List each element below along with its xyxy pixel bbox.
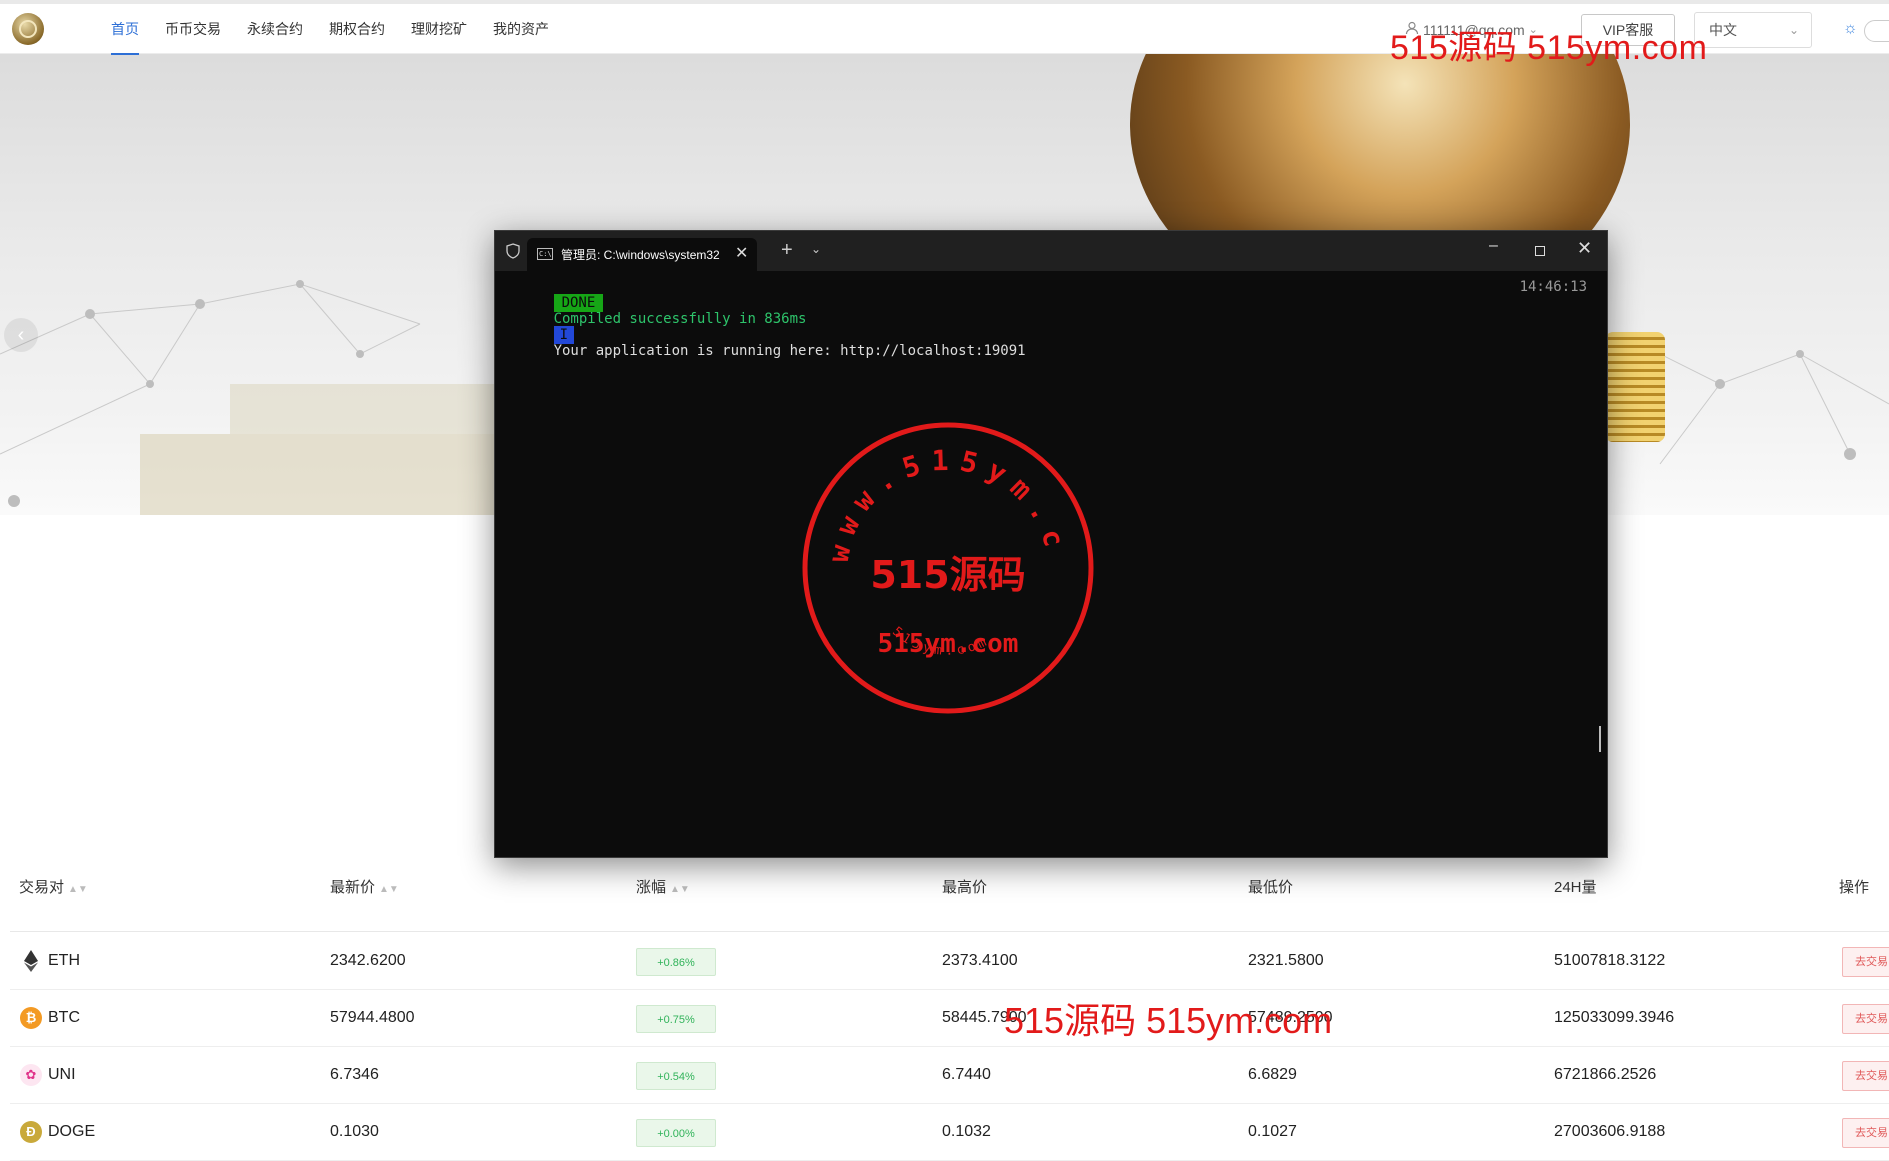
- chevron-down-icon: ⌄: [1788, 23, 1799, 37]
- eth-icon: [20, 950, 42, 972]
- svg-text:www.515ym.com: www.515ym.com: [800, 420, 1073, 565]
- terminal-timestamp: 14:46:13: [1519, 279, 1587, 295]
- minimize-icon[interactable]: –: [1489, 237, 1498, 255]
- change-badge: +0.86%: [636, 948, 716, 976]
- volume-24h: 27003606.9188: [1554, 1123, 1666, 1140]
- change-badge: +0.75%: [636, 1005, 716, 1033]
- language-value: 中文: [1709, 22, 1737, 38]
- high-price: 2373.4100: [942, 952, 1018, 969]
- change-badge: +0.00%: [636, 1119, 716, 1147]
- table-row[interactable]: ₿ BTC 57944.4800 +0.75% 58445.7900 57489…: [10, 989, 1889, 1047]
- pair-name: BTC: [48, 1009, 80, 1026]
- sun-icon: ☼: [1843, 20, 1858, 37]
- terminal-tab-title: 管理员: C:\windows\system32: [561, 248, 720, 262]
- sort-icon[interactable]: ▲▼: [379, 884, 399, 895]
- column-header-action: 操作: [1839, 879, 1870, 896]
- high-price: 6.7440: [942, 1066, 991, 1083]
- done-badge: DONE: [553, 294, 604, 312]
- shield-icon: [506, 243, 520, 259]
- maximize-icon[interactable]: [1535, 246, 1545, 256]
- low-price: 0.1027: [1248, 1123, 1297, 1140]
- trade-button[interactable]: 去交易: [1842, 1061, 1889, 1091]
- btc-icon: ₿: [20, 1007, 42, 1029]
- sort-icon[interactable]: ▲▼: [68, 884, 88, 895]
- uni-icon: ✿: [20, 1064, 42, 1086]
- low-price: 6.6829: [1248, 1066, 1297, 1083]
- trade-button[interactable]: 去交易: [1842, 947, 1889, 977]
- column-header-low: 最低价: [1248, 879, 1294, 896]
- volume-24h: 51007818.3122: [1554, 952, 1666, 969]
- info-badge: I: [553, 326, 575, 344]
- volume-24h: 6721866.2526: [1554, 1066, 1657, 1083]
- doge-icon: Đ: [20, 1121, 42, 1143]
- nav-item-perpetual-contract[interactable]: 永续合约: [234, 4, 316, 54]
- latest-price: 0.1030: [330, 1123, 379, 1140]
- trade-button[interactable]: 去交易: [1842, 1118, 1889, 1148]
- sort-icon[interactable]: ▲▼: [670, 884, 690, 895]
- terminal-scrollbar[interactable]: [1599, 726, 1601, 752]
- chevron-left-icon[interactable]: ‹: [4, 318, 38, 352]
- watermark-middle: 515源码 515ym.com: [1004, 1000, 1333, 1041]
- latest-price: 57944.4800: [330, 1009, 415, 1026]
- table-row[interactable]: ✿ UNI 6.7346 +0.54% 6.7440 6.6829 672186…: [10, 1046, 1889, 1104]
- cmd-icon: C:\: [537, 248, 553, 260]
- language-select[interactable]: 中文 ⌄: [1694, 12, 1812, 48]
- pair-name: UNI: [48, 1066, 76, 1083]
- latest-price: 6.7346: [330, 1066, 379, 1083]
- column-header-price[interactable]: 最新价 ▲▼: [330, 876, 399, 897]
- close-icon[interactable]: ✕: [735, 243, 748, 263]
- nav-item-my-assets[interactable]: 我的资产: [480, 4, 562, 54]
- header-label: 交易对: [19, 879, 65, 896]
- site-logo[interactable]: [12, 13, 44, 45]
- header-label: 涨幅: [636, 879, 667, 896]
- theme-toggle[interactable]: [1864, 20, 1889, 42]
- low-price: 2321.5800: [1248, 952, 1324, 969]
- pair-name: ETH: [48, 952, 80, 969]
- volume-24h: 125033099.3946: [1554, 1009, 1675, 1026]
- latest-price: 2342.6200: [330, 952, 406, 969]
- column-header-volume: 24H量: [1554, 879, 1597, 896]
- table-row[interactable]: Đ DOGE 0.1030 +0.00% 0.1032 0.1027 27003…: [10, 1103, 1889, 1161]
- high-price: 0.1032: [942, 1123, 991, 1140]
- seal-ring-text: www.515ym.com: [800, 420, 1063, 565]
- plus-icon[interactable]: +: [781, 239, 793, 262]
- close-icon[interactable]: ✕: [1577, 238, 1592, 259]
- terminal-line-running: I Your application is running here: http…: [503, 311, 1026, 375]
- nav-item-options-contract[interactable]: 期权合约: [316, 4, 398, 54]
- column-header-high: 最高价: [942, 879, 988, 896]
- watermark-top: 515源码 515ym.com: [1390, 29, 1708, 67]
- watermark-seal: www.515ym.com 515源码 515ym.com 515ym.com: [800, 420, 1094, 714]
- header-label: 最新价: [330, 879, 376, 896]
- change-badge: +0.54%: [636, 1062, 716, 1090]
- terminal-titlebar: C:\ 管理员: C:\windows\system32 ✕ + ⌄ – ✕: [495, 231, 1607, 271]
- seal-center-text: 515源码: [870, 553, 1025, 597]
- pair-name: DOGE: [48, 1123, 96, 1140]
- column-header-change[interactable]: 涨幅 ▲▼: [636, 876, 690, 897]
- column-header-pair[interactable]: 交易对 ▲▼: [19, 876, 88, 897]
- info-message: Your application is running here: http:/…: [553, 343, 1026, 359]
- chevron-down-icon[interactable]: ⌄: [811, 242, 821, 256]
- nav-item-home[interactable]: 首页: [98, 4, 152, 55]
- coin-stack-image: [1605, 332, 1665, 442]
- trade-button[interactable]: 去交易: [1842, 1004, 1889, 1034]
- nav-item-spot-trading[interactable]: 币币交易: [152, 4, 234, 54]
- nav-item-finance-mining[interactable]: 理财挖矿: [398, 4, 480, 54]
- table-row[interactable]: ETH 2342.6200 +0.86% 2373.4100 2321.5800…: [10, 932, 1889, 990]
- main-nav: 首页 币币交易 永续合约 期权合约 理财挖矿 我的资产: [98, 4, 562, 55]
- terminal-tab[interactable]: C:\ 管理员: C:\windows\system32 ✕: [527, 238, 757, 271]
